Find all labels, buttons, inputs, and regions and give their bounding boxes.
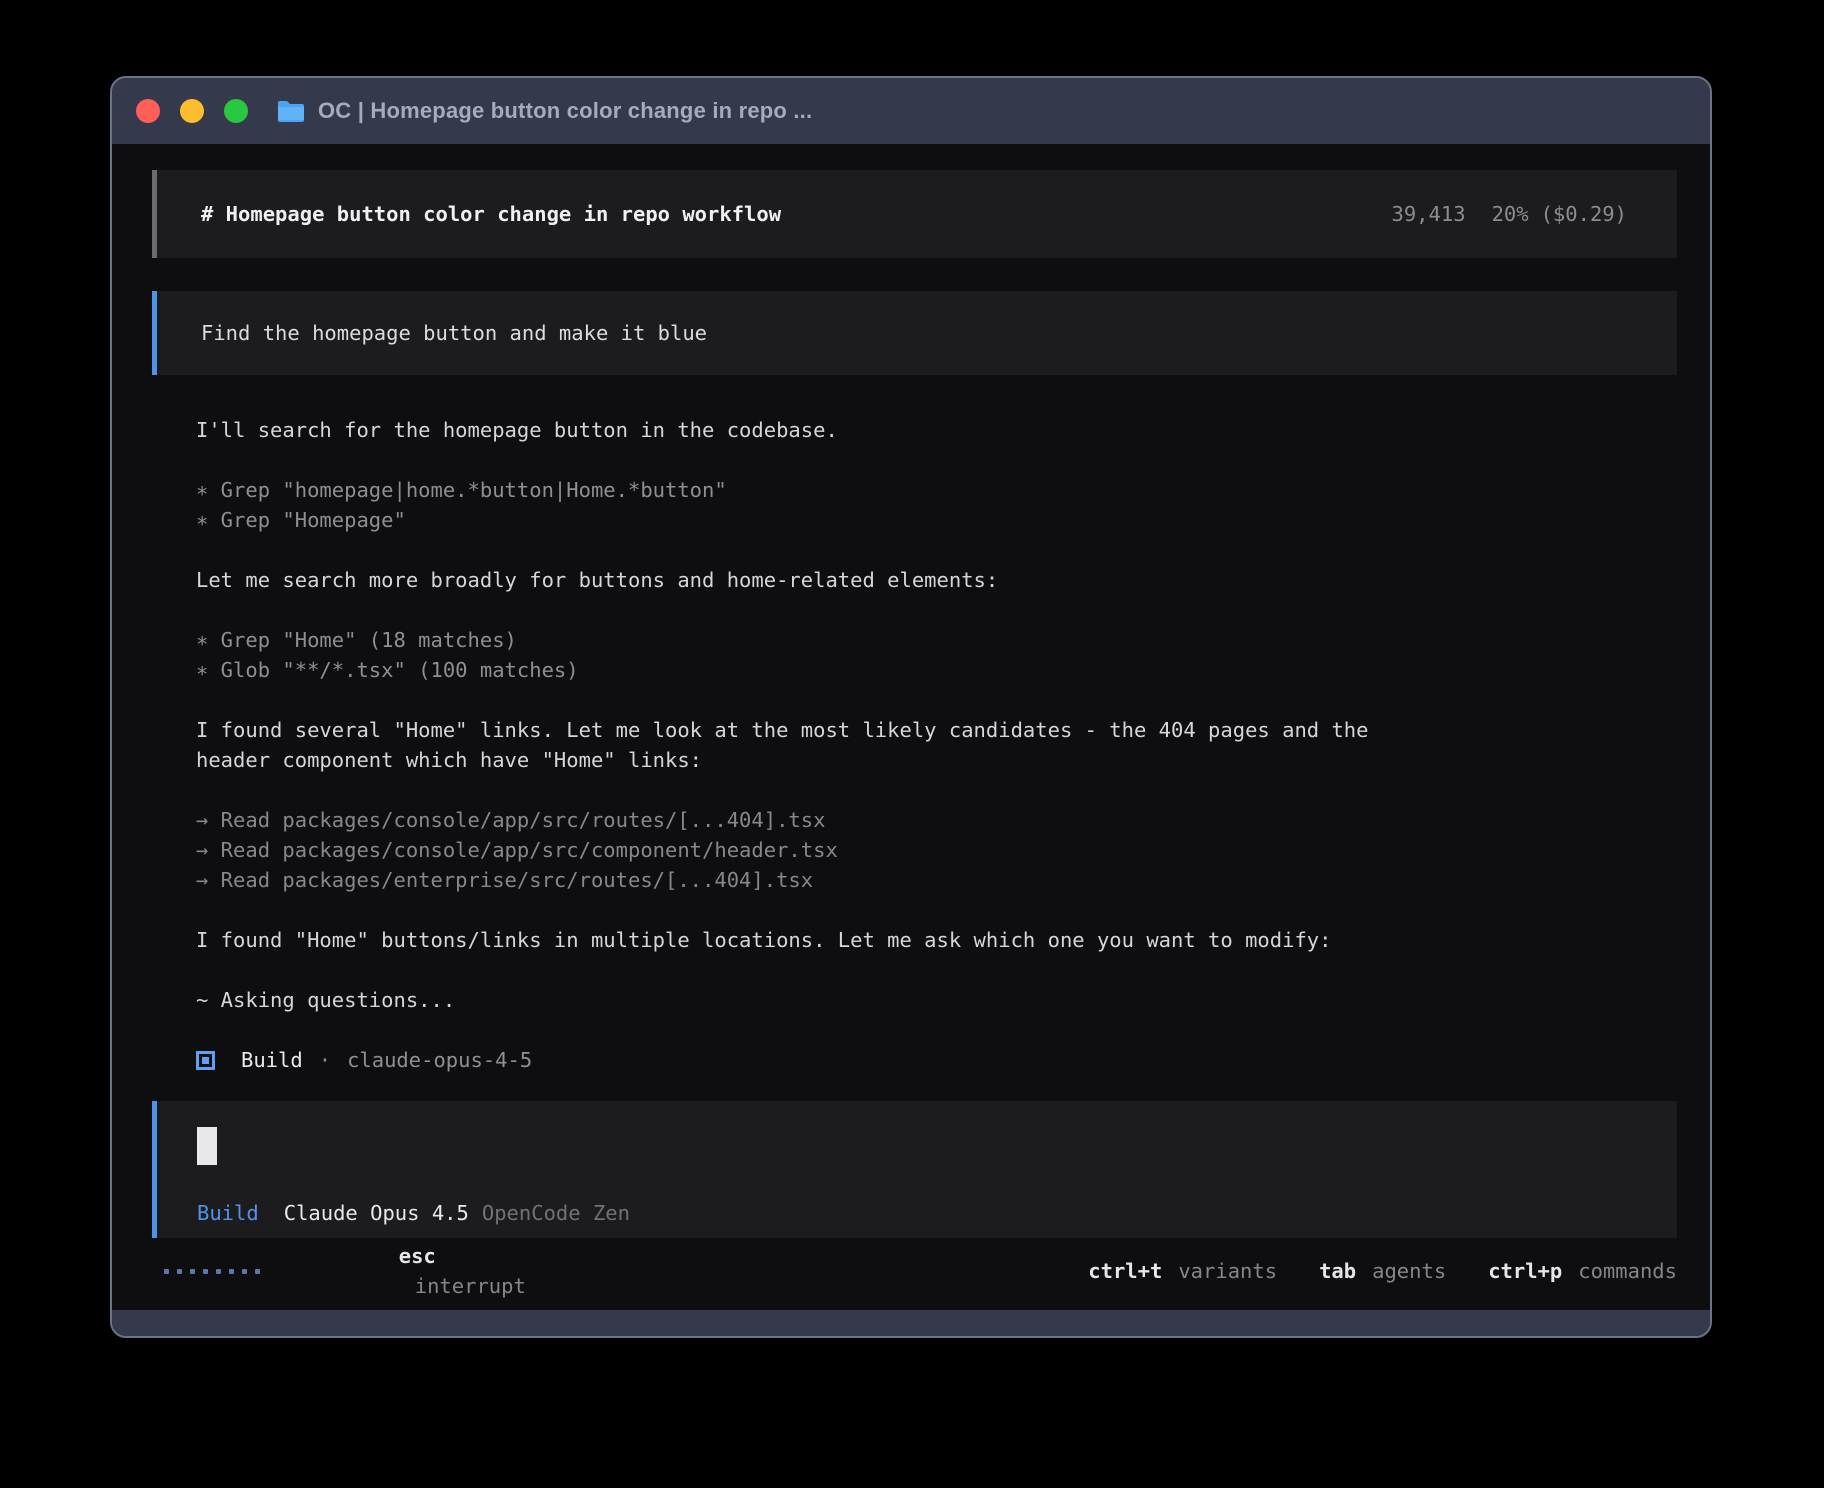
window-title: OC | Homepage button color change in rep… bbox=[318, 98, 812, 124]
traffic-lights bbox=[136, 99, 248, 123]
variants-key: ctrl+t bbox=[1088, 1256, 1162, 1286]
user-message: Find the homepage button and make it blu… bbox=[152, 291, 1677, 375]
spinner-dot bbox=[203, 1269, 208, 1274]
agents-key: tab bbox=[1319, 1256, 1356, 1286]
blank-line bbox=[196, 1015, 1677, 1045]
file-read-line: → Read packages/enterprise/src/routes/[.… bbox=[196, 865, 1677, 895]
working-spinner bbox=[164, 1269, 260, 1274]
input-agent-label[interactable]: Build bbox=[197, 1198, 259, 1228]
tool-call-line: ∗ Grep "Home" (18 matches) bbox=[196, 625, 1677, 655]
terminal-content: # Homepage button color change in repo w… bbox=[112, 144, 1710, 1310]
model-id: claude-opus-4-5 bbox=[347, 1045, 532, 1075]
agents-hint: tab agents bbox=[1319, 1256, 1446, 1286]
tool-call-line: ∗ Grep "Homepage" bbox=[196, 505, 1677, 535]
agent-name: Build bbox=[241, 1045, 303, 1075]
commands-hint: ctrl+p commands bbox=[1488, 1256, 1677, 1286]
fullscreen-button[interactable] bbox=[224, 99, 248, 123]
assistant-transcript: I'll search for the homepage button in t… bbox=[196, 415, 1677, 1075]
blank-line bbox=[196, 445, 1677, 475]
assistant-text-paragraph: I found several "Home" links. Let me loo… bbox=[196, 715, 1677, 775]
esc-key: esc bbox=[399, 1244, 436, 1268]
session-stats: 39,413 20% ($0.29) bbox=[1392, 199, 1628, 229]
folder-icon bbox=[276, 99, 306, 124]
spinner-dot bbox=[229, 1269, 234, 1274]
window-titlebar[interactable]: OC | Homepage button color change in rep… bbox=[112, 78, 1710, 144]
session-title: # Homepage button color change in repo w… bbox=[201, 199, 781, 229]
blank-line bbox=[196, 595, 1677, 625]
asking-questions-line: ~ Asking questions... bbox=[196, 985, 1677, 1015]
spinner-dot bbox=[216, 1269, 221, 1274]
keyboard-hints: ctrl+t variants tab agents ctrl+p comman… bbox=[1046, 1256, 1677, 1286]
variants-label: variants bbox=[1178, 1256, 1277, 1286]
file-read-line: → Read packages/console/app/src/componen… bbox=[196, 835, 1677, 865]
blank-line bbox=[196, 535, 1677, 565]
spinner-dot bbox=[255, 1269, 260, 1274]
spinner-dot bbox=[177, 1269, 182, 1274]
separator-dot: · bbox=[319, 1045, 331, 1075]
close-button[interactable] bbox=[136, 99, 160, 123]
assistant-text-line: I found "Home" buttons/links in multiple… bbox=[196, 925, 1677, 955]
spinner-dot bbox=[164, 1269, 169, 1274]
minimize-button[interactable] bbox=[180, 99, 204, 123]
session-header: # Homepage button color change in repo w… bbox=[152, 170, 1677, 258]
commands-key: ctrl+p bbox=[1488, 1256, 1562, 1286]
commands-label: commands bbox=[1578, 1256, 1677, 1286]
session-cost: ($0.29) bbox=[1541, 199, 1627, 229]
assistant-text-line: Let me search more broadly for buttons a… bbox=[196, 565, 1677, 595]
file-read-line: → Read packages/console/app/src/routes/[… bbox=[196, 805, 1677, 835]
context-percent: 20% bbox=[1492, 199, 1529, 229]
agent-build-icon bbox=[196, 1051, 215, 1070]
assistant-text-line: I'll search for the homepage button in t… bbox=[196, 415, 1677, 445]
user-message-text: Find the homepage button and make it blu… bbox=[201, 318, 707, 348]
spinner-dot bbox=[190, 1269, 195, 1274]
window-bottom-strip bbox=[112, 1310, 1710, 1336]
blank-line bbox=[196, 775, 1677, 805]
blank-line bbox=[196, 955, 1677, 985]
esc-label: interrupt bbox=[415, 1274, 526, 1298]
tool-call-line: ∗ Grep "homepage|home.*button|Home.*butt… bbox=[196, 475, 1677, 505]
variants-hint: ctrl+t variants bbox=[1088, 1256, 1277, 1286]
terminal-window: OC | Homepage button color change in rep… bbox=[110, 76, 1712, 1338]
blank-line bbox=[196, 895, 1677, 925]
token-count: 39,413 bbox=[1392, 199, 1466, 229]
agents-label: agents bbox=[1372, 1256, 1446, 1286]
tool-call-line: ∗ Glob "**/*.tsx" (100 matches) bbox=[196, 655, 1677, 685]
blank-line bbox=[196, 685, 1677, 715]
status-bar: esc interrupt ctrl+t variants tab agents… bbox=[152, 1256, 1677, 1286]
text-cursor bbox=[197, 1127, 217, 1165]
agent-status-line: Build · claude-opus-4-5 bbox=[196, 1045, 1677, 1075]
spinner-dot bbox=[242, 1269, 247, 1274]
